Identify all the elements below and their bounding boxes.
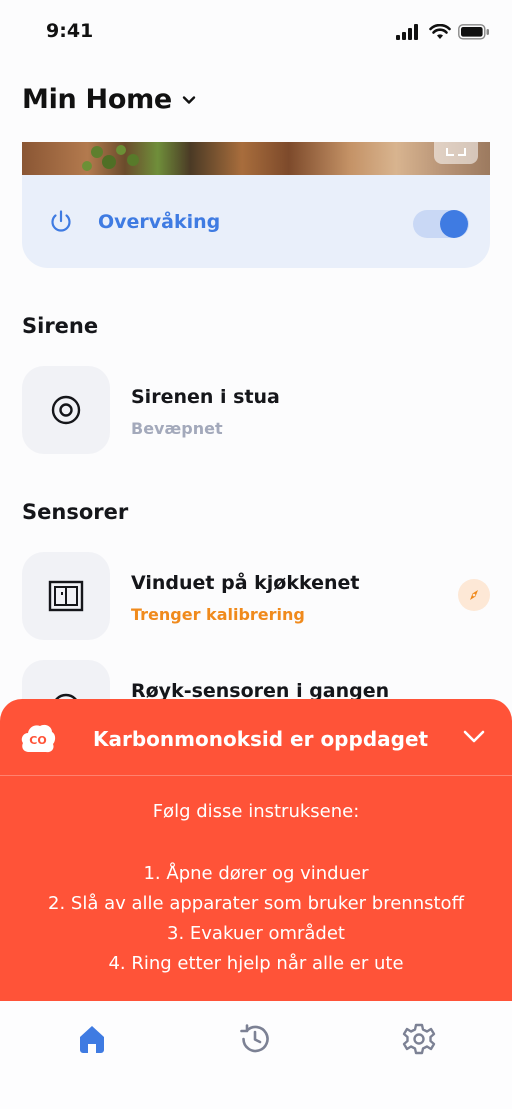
toggle-knob (440, 210, 468, 238)
alert-step: 3. Evakuer området (167, 923, 345, 944)
tab-home[interactable] (74, 1021, 110, 1057)
status-bar: 9:41 (0, 0, 512, 62)
expand-camera-button[interactable] (434, 142, 478, 164)
alert-intro: Følg disse instruksene: (152, 801, 360, 822)
siren-name: Sirenen i stua (131, 386, 280, 408)
settings-icon (402, 1023, 436, 1055)
camera-card: Overvåking (22, 142, 490, 268)
monitoring-label: Overvåking (98, 211, 221, 233)
home-selector[interactable]: Min Home (22, 84, 196, 115)
alert-title: Karbonmonoksid er oppdaget (93, 727, 429, 751)
alert-step: 1. Åpne dører og vinduer (143, 863, 369, 884)
tab-history[interactable] (237, 1021, 273, 1057)
sensor-status: Trenger kalibrering (131, 605, 305, 624)
tab-bar (0, 1001, 512, 1109)
monitoring-row: Overvåking (22, 175, 490, 268)
alert-steps: 1. Åpne dører og vinduer 2. Slå av alle … (0, 859, 512, 979)
plant-image (82, 145, 139, 171)
sensor-item[interactable]: Vinduet på kjøkkenet Trenger kalibrering (22, 552, 490, 640)
status-time: 9:41 (46, 20, 94, 42)
co-badge-text: CO (29, 734, 46, 747)
window-sensor-tile (22, 552, 110, 640)
siren-item[interactable]: Sirenen i stua Bevæpnet (22, 366, 490, 454)
signal-icon (396, 24, 418, 40)
alert-step: 2. Slå av alle apparater som bruker bren… (48, 893, 464, 914)
compass-icon (470, 590, 478, 600)
wifi-icon (429, 24, 451, 39)
calibration-badge[interactable] (458, 579, 490, 611)
section-title-siren: Sirene (22, 314, 99, 338)
co-alert-panel: CO Karbonmonoksid er oppdaget Følg disse… (0, 699, 512, 1001)
power-icon (51, 210, 71, 232)
siren-icon (51, 395, 81, 425)
chevron-down-icon[interactable] (462, 727, 486, 747)
section-title-sensors: Sensorer (22, 500, 129, 524)
co-alert-icon: CO (21, 724, 56, 753)
siren-tile (22, 366, 110, 454)
window-icon (48, 580, 84, 612)
chevron-down-icon (182, 95, 196, 104)
home-icon (80, 1026, 104, 1053)
alert-header[interactable]: CO Karbonmonoksid er oppdaget (0, 699, 512, 776)
sensor-name: Vinduet på kjøkkenet (131, 572, 360, 594)
alert-step: 4. Ring etter hjelp når alle er ute (108, 953, 404, 974)
home-title: Min Home (22, 84, 172, 115)
expand-icon (446, 148, 466, 156)
history-icon (240, 1024, 269, 1053)
camera-preview[interactable] (22, 142, 490, 175)
battery-icon (458, 24, 489, 40)
siren-status: Bevæpnet (131, 419, 223, 438)
tab-settings[interactable] (401, 1021, 437, 1057)
monitoring-toggle[interactable] (413, 210, 469, 238)
status-icons (396, 22, 490, 42)
